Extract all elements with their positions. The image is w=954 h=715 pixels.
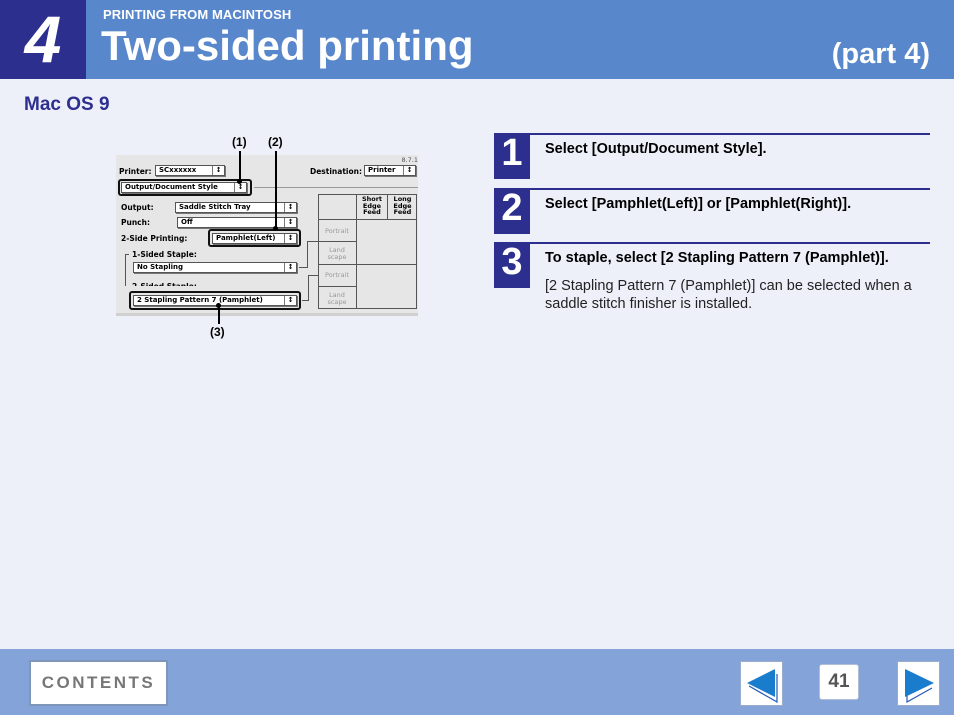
page-number: 41 [819,664,859,700]
table-row-landscape: Land scape [318,286,356,309]
table-row-portrait: Portrait [318,264,356,286]
step-title: To staple, select [2 Stapling Pattern 7 … [545,250,889,266]
table-row-portrait: Portrait [318,219,356,241]
group-bracket [125,254,126,286]
table-cell [356,219,417,264]
separator [254,187,418,188]
right-arrow-icon [905,669,934,704]
chapter-number: 4 [24,2,62,76]
callout-1-dot [237,179,242,184]
popup-arrows-icon: ↕ [284,218,296,227]
output-select[interactable]: Saddle Stitch Tray ↕ [175,202,297,213]
popup-arrows-icon: ↕ [212,166,224,175]
punch-label: Punch: [121,218,150,227]
table-row-landscape: Land scape [318,241,356,264]
callout-2-dot [273,226,278,231]
step-number: 2 [494,188,530,234]
popup-arrows-icon: ↕ [284,263,296,272]
group-bracket [125,254,129,255]
printer-value: SCxxxxxx [159,166,197,174]
callout-1-leader [239,151,241,182]
dialog-bottom-edge [116,313,418,316]
step-rule [530,133,930,135]
connector-line [307,241,318,242]
feed-orientation-table: Short Edge Feed Long Edge Feed Portrait … [318,194,417,309]
callout-3-dot [216,303,221,308]
one-sided-staple-value: No Stapling [137,263,184,271]
destination-value: Printer [368,166,396,174]
header-line: Feed [393,208,412,216]
step-number: 1 [494,133,530,179]
destination-select[interactable]: Printer ↕ [364,165,416,176]
connector-line [299,267,307,268]
highlight-2 [208,229,301,247]
two-sided-staple-label: 2-Sided Staple: [132,282,197,291]
page-title: Two-sided printing [101,22,474,69]
section-label: PRINTING FROM MACINTOSH [103,7,292,22]
step-2: 2 Select [Pamphlet(Left)] or [Pamphlet(R… [494,188,930,235]
callout-1: (1) [232,135,247,149]
step-1: 1 Select [Output/Document Style]. [494,133,930,180]
one-sided-staple-select[interactable]: No Stapling ↕ [133,262,297,273]
previous-page-button[interactable] [740,661,783,706]
highlight-3 [129,291,301,310]
two-side-label: 2-Side Printing: [121,234,188,243]
contents-button[interactable]: CONTENTS [29,660,168,706]
header-line: Feed [363,208,381,216]
row-line: scape [327,297,347,306]
chapter-badge: 4 [0,0,86,79]
popup-arrows-icon: ↕ [403,166,415,175]
one-sided-staple-label: 1-Sided Staple: [132,250,197,259]
highlight-1 [118,179,252,196]
step-title: Select [Pamphlet(Left)] or [Pamphlet(Rig… [545,196,852,212]
step-rule [530,188,930,190]
next-page-button[interactable] [897,661,940,706]
punch-value: Off [181,218,193,226]
table-header-short-edge: Short Edge Feed [356,194,387,219]
callout-3: (3) [210,325,225,339]
step-rule [530,242,930,244]
step-number: 3 [494,242,530,288]
printer-select[interactable]: SCxxxxxx ↕ [155,165,225,176]
step-note: [2 Stapling Pattern 7 (Pamphlet)] can be… [545,278,912,312]
step-title: Select [Output/Document Style]. [545,141,767,157]
printer-label: Printer: [119,167,152,176]
page-footer: CONTENTS 41 [0,649,954,715]
connector-line [308,275,318,276]
output-value: Saddle Stitch Tray [179,203,251,211]
row-line: scape [327,252,347,261]
print-dialog-screenshot: 8.7.1 Printer: SCxxxxxx ↕ Destination: P… [116,155,418,316]
destination-label: Destination: [310,167,362,176]
table-cell [356,264,417,309]
callout-2-leader [275,151,277,229]
output-label: Output: [121,203,154,212]
table-header-long-edge: Long Edge Feed [387,194,417,219]
punch-select[interactable]: Off ↕ [177,217,297,228]
callout-2: (2) [268,135,283,149]
dialog-version: 8.7.1 [401,156,418,164]
connector-line [308,275,309,301]
page-part: (part 4) [831,38,930,70]
step-3: 3 To staple, select [2 Stapling Pattern … [494,242,930,322]
popup-arrows-icon: ↕ [284,203,296,212]
left-arrow-icon [747,669,778,704]
sub-heading: Mac OS 9 [24,94,110,115]
connector-line [307,241,308,268]
page-header: 4 PRINTING FROM MACINTOSH Two-sided prin… [0,0,954,79]
callout-3-leader [218,306,220,324]
